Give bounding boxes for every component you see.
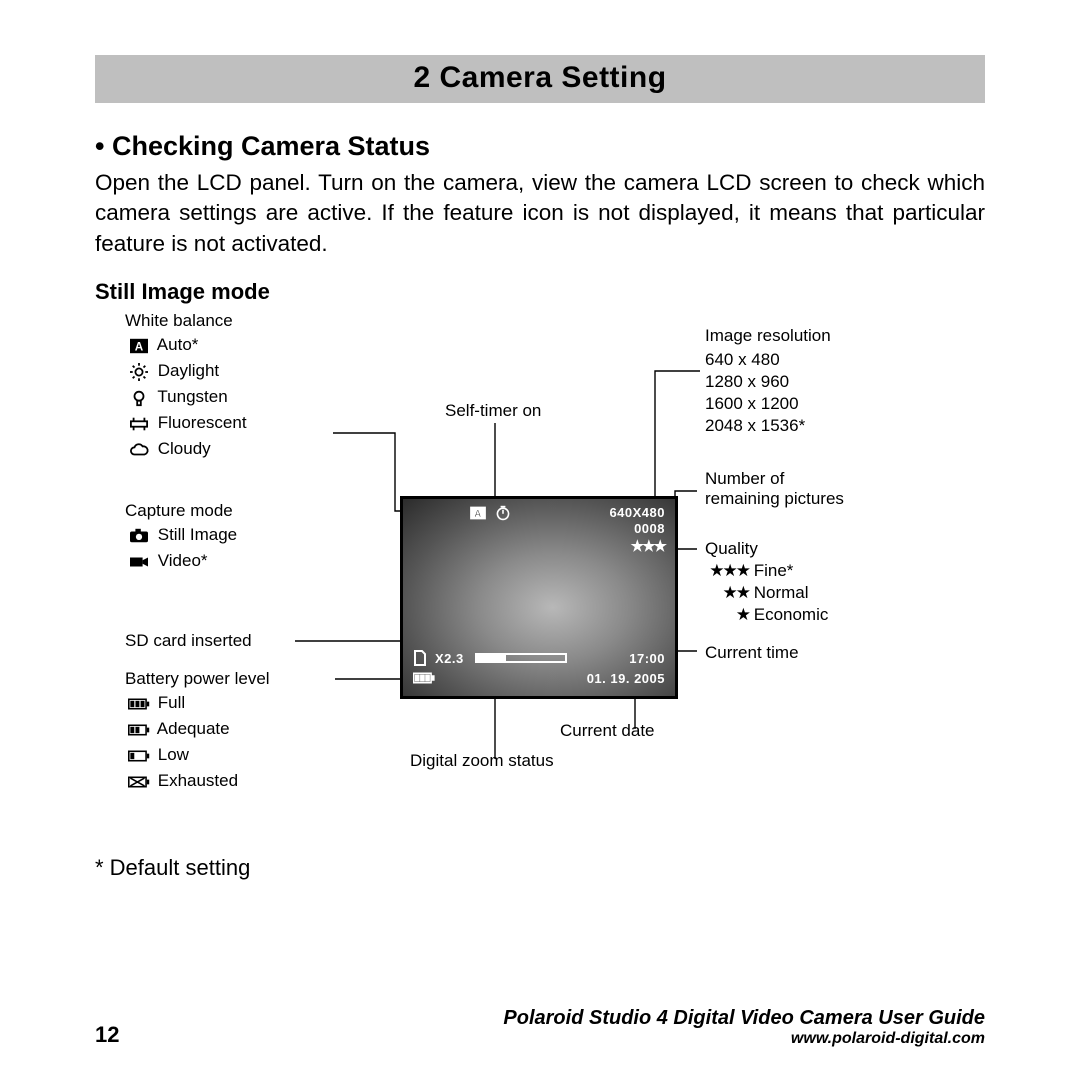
- battery-adequate-icon: [125, 720, 153, 740]
- lcd-zoom: X2.3: [435, 651, 464, 666]
- res-1280: 1280 x 960: [705, 372, 789, 392]
- lcd-quality-stars: ★★★: [631, 537, 665, 555]
- wb-auto-icon: A: [125, 336, 153, 356]
- lcd-zoom-bar: [475, 653, 567, 663]
- lcd-battery-icon: [413, 671, 435, 688]
- wb-daylight: Daylight: [158, 361, 219, 380]
- wb-fluorescent: Fluorescent: [158, 413, 247, 432]
- default-note: * Default setting: [95, 855, 985, 881]
- sd-label: SD card inserted: [125, 631, 252, 651]
- stars-1-icon: ★: [701, 605, 749, 625]
- res-title: Image resolution: [705, 326, 831, 346]
- stars-2-icon: ★★: [701, 583, 749, 603]
- lcd-sd-icon: [413, 649, 427, 670]
- section-title: • Checking Camera Status: [95, 131, 985, 162]
- wb-title: White balance: [125, 311, 233, 331]
- sun-icon: [125, 362, 153, 382]
- cloud-icon: [125, 440, 153, 460]
- lcd-time: 17:00: [629, 651, 665, 666]
- lcd-timer-icon: [495, 505, 511, 524]
- svg-text:A: A: [135, 341, 144, 354]
- page-number: 12: [95, 1022, 119, 1048]
- capture-still: Still Image: [158, 525, 237, 544]
- battery-low-icon: [125, 746, 153, 766]
- battery-exhausted-icon: [125, 772, 153, 792]
- chapter-heading: 2 Camera Setting: [95, 55, 985, 103]
- svg-text:A: A: [474, 509, 481, 520]
- lcd-screen: A 640X480 0008 ★★★ X2.3 17:00 01. 19. 20…: [400, 496, 678, 699]
- quality-economic: Economic: [754, 605, 829, 624]
- battery-title: Battery power level: [125, 669, 270, 689]
- mode-subheading: Still Image mode: [95, 279, 985, 305]
- fluorescent-icon: [125, 414, 153, 434]
- lcd-count: 0008: [634, 521, 665, 536]
- footer-guide-title: Polaroid Studio 4 Digital Video Camera U…: [503, 1007, 985, 1030]
- camera-icon: [125, 526, 153, 546]
- quality-title: Quality: [705, 539, 758, 559]
- quality-fine: Fine*: [754, 561, 794, 580]
- lcd-wb-icon: A: [469, 505, 487, 524]
- capture-video: Video*: [158, 551, 208, 570]
- capture-title: Capture mode: [125, 501, 233, 521]
- lcd-date: 01. 19. 2005: [587, 671, 665, 686]
- res-1600: 1600 x 1200: [705, 394, 799, 414]
- date-label: Current date: [560, 721, 655, 741]
- zoom-label: Digital zoom status: [410, 751, 554, 771]
- battery-exhausted: Exhausted: [158, 771, 238, 790]
- wb-auto: Auto*: [157, 335, 199, 354]
- battery-full: Full: [158, 693, 185, 712]
- battery-low: Low: [158, 745, 189, 764]
- res-640: 640 x 480: [705, 350, 780, 370]
- page-footer: 12 Polaroid Studio 4 Digital Video Camer…: [95, 1007, 985, 1048]
- wb-cloudy: Cloudy: [158, 439, 211, 458]
- lcd-resolution: 640X480: [609, 505, 665, 520]
- wb-tungsten: Tungsten: [157, 387, 227, 406]
- stars-3-icon: ★★★: [701, 561, 749, 581]
- battery-full-icon: [125, 694, 153, 714]
- battery-adequate: Adequate: [157, 719, 230, 738]
- status-diagram: White balance A Auto* Daylight Tungsten …: [95, 311, 985, 851]
- res-2048: 2048 x 1536*: [705, 416, 805, 436]
- bulb-icon: [125, 388, 153, 408]
- remain-title: Number of remaining pictures: [705, 469, 844, 509]
- footer-url: www.polaroid-digital.com: [503, 1030, 985, 1048]
- video-icon: [125, 552, 153, 572]
- quality-normal: Normal: [754, 583, 809, 602]
- time-label: Current time: [705, 643, 799, 663]
- selftimer-label: Self-timer on: [445, 401, 541, 421]
- section-body: Open the LCD panel. Turn on the camera, …: [95, 168, 985, 259]
